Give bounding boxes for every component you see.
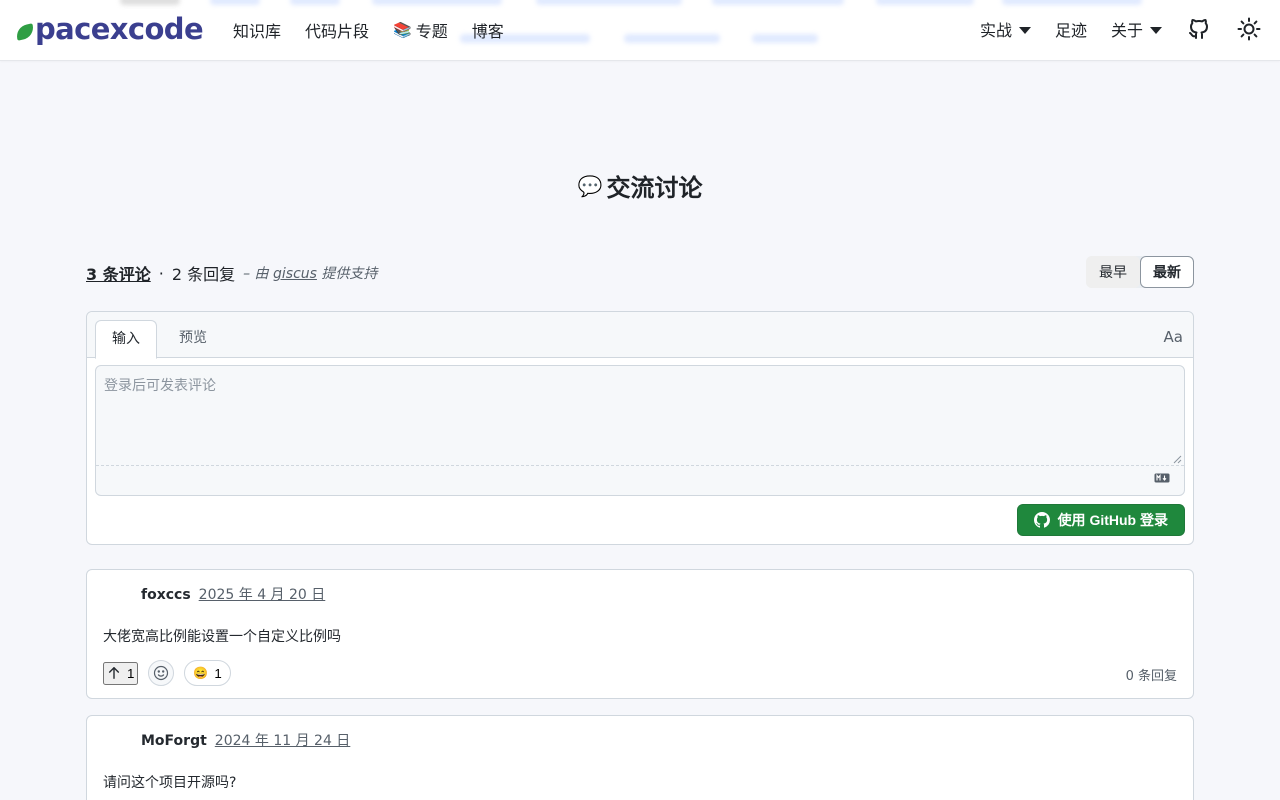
comment-author[interactable]: foxccs	[141, 587, 191, 603]
giscus-link[interactable]: giscus	[273, 266, 317, 282]
editor-tabs: 输入 预览 Aa	[87, 312, 1193, 359]
logo-text: pacexcode	[35, 12, 204, 46]
section-title: 💬 交流讨论	[0, 168, 1280, 203]
nav-label: 博客	[471, 22, 504, 41]
github-icon	[1033, 512, 1050, 528]
smiley-icon	[154, 665, 169, 681]
nav-item-topics[interactable]: 📚 专题	[393, 18, 448, 42]
reaction-laugh-button[interactable]: 😄 1	[184, 660, 231, 686]
main-nav: 知识库 代码片段 📚 专题 博客	[233, 18, 504, 42]
comment-count-link[interactable]: 3 条评论	[86, 261, 151, 285]
markdown-icon	[1154, 473, 1170, 483]
laugh-emoji-icon: 😄	[193, 666, 209, 680]
nav-item-knowledge[interactable]: 知识库	[233, 18, 281, 42]
nav-item-blog[interactable]: 博客	[472, 18, 504, 42]
theme-toggle[interactable]	[1236, 16, 1262, 42]
reaction-count: 1	[214, 665, 222, 681]
comment-card: MoForgt 2024 年 11 月 24 日 请问这个项目开源吗?	[86, 715, 1194, 800]
github-link[interactable]	[1186, 16, 1212, 42]
powered-prefix: – 由	[243, 266, 269, 282]
github-icon	[1189, 19, 1208, 39]
upvote-button[interactable]: 1	[103, 661, 139, 685]
nav-item-about-dropdown[interactable]: 关于	[1111, 17, 1162, 41]
tab-preview[interactable]: 预览	[163, 320, 223, 358]
nav-label: 实战	[979, 21, 1012, 40]
textarea-divider	[96, 465, 1184, 466]
powered-suffix: 提供支持	[321, 266, 378, 282]
nav-label: 专题	[415, 22, 448, 41]
secondary-nav: 实战 足迹 关于	[980, 16, 1262, 42]
sort-newest-button[interactable]: 最新	[1140, 256, 1194, 288]
sort-oldest-button[interactable]: 最早	[1086, 256, 1140, 288]
font-toggle-button[interactable]: Aa	[1164, 328, 1183, 346]
comment-body: 请问这个项目开源吗?	[103, 775, 237, 791]
sort-toggle: 最早 最新	[1086, 256, 1194, 288]
powered-by: – 由 giscus 提供支持	[243, 263, 377, 283]
discussion-meta: 3 条评论 · 2 条回复 – 由 giscus 提供支持 最早 最新	[86, 256, 1194, 288]
leaf-logo-icon	[14, 23, 36, 41]
nav-label: 足迹	[1054, 21, 1087, 40]
comment-body: 大佬宽高比例能设置一个自定义比例吗	[103, 629, 341, 645]
separator-dot: ·	[158, 263, 164, 283]
sun-icon	[1237, 17, 1261, 41]
reply-count-label: 0 条回复	[1125, 669, 1177, 684]
textarea-placeholder: 登录后可发表评论	[104, 378, 216, 394]
section-title-text: 交流讨论	[606, 174, 703, 202]
add-reaction-button[interactable]	[148, 660, 175, 686]
reply-count: 2 条回复	[171, 265, 236, 284]
site-logo[interactable]: pacexcode	[14, 10, 204, 48]
comment-textarea[interactable]: 登录后可发表评论	[95, 365, 1185, 496]
comment-editor: 输入 预览 Aa 登录后可发表评论 使用 GitHub 登录	[86, 311, 1194, 545]
comment-header: MoForgt 2024 年 11 月 24 日	[141, 730, 350, 750]
nav-label: 代码片段	[305, 22, 370, 41]
nav-item-practice-dropdown[interactable]: 实战	[980, 17, 1031, 41]
speech-bubble-icon: 💬	[577, 173, 603, 198]
github-login-button[interactable]: 使用 GitHub 登录	[1016, 504, 1185, 536]
tab-write[interactable]: 输入	[95, 320, 157, 359]
resize-grip-icon[interactable]	[1172, 454, 1182, 464]
login-button-label: 使用 GitHub 登录	[1057, 512, 1168, 528]
books-icon: 📚	[393, 21, 412, 39]
comment-date[interactable]: 2024 年 11 月 24 日	[215, 730, 351, 750]
upvote-count: 1	[127, 665, 135, 681]
site-header: pacexcode 知识库 代码片段 📚 专题 博客 实战 足迹 关于	[0, 0, 1280, 61]
comment-header: foxccs 2025 年 4 月 20 日	[141, 584, 325, 604]
nav-label: 关于	[1110, 21, 1143, 40]
nav-item-footprints[interactable]: 足迹	[1055, 17, 1087, 41]
comment-card: foxccs 2025 年 4 月 20 日 大佬宽高比例能设置一个自定义比例吗…	[86, 569, 1194, 699]
nav-label: 知识库	[233, 22, 282, 41]
comment-author[interactable]: MoForgt	[141, 733, 207, 749]
caret-down-icon	[1018, 26, 1031, 34]
caret-down-icon	[1150, 26, 1162, 34]
arrow-up-icon	[108, 667, 120, 679]
comment-date[interactable]: 2025 年 4 月 20 日	[199, 584, 326, 604]
nav-item-snippets[interactable]: 代码片段	[305, 18, 369, 42]
comment-actions: 1 😄 1	[103, 660, 231, 686]
